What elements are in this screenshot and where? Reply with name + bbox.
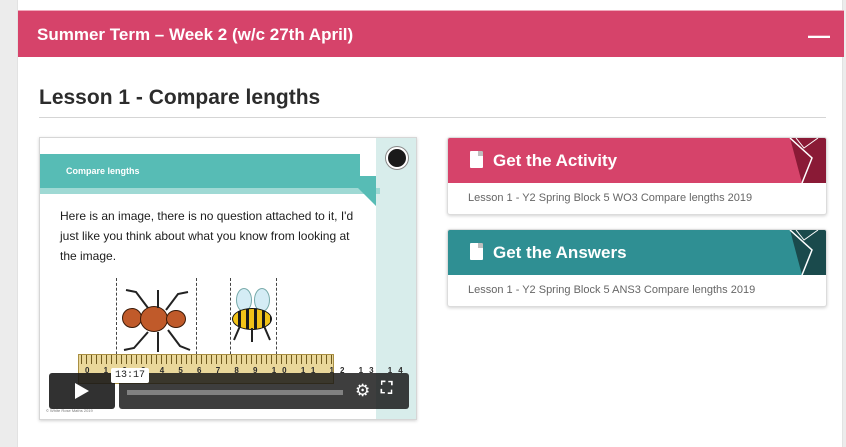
activity-card: Get the Activity Lesson 1 - Y2 Spring Bl…: [447, 137, 827, 215]
activity-filename[interactable]: Lesson 1 - Y2 Spring Block 5 WO3 Compare…: [448, 183, 826, 214]
document-icon: [470, 151, 483, 168]
fullscreen-icon[interactable]: ⛶: [381, 380, 392, 398]
bee-legs: [233, 325, 271, 342]
get-answers-label: Get the Answers: [493, 243, 627, 262]
document-check-icon: [470, 243, 483, 260]
ant-legs: [123, 289, 191, 352]
divider: [39, 117, 826, 118]
content-panel: Summer Term – Week 2 (w/c 27th April) — …: [17, 0, 844, 447]
term-accordion-header[interactable]: Summer Term – Week 2 (w/c 27th April) —: [18, 10, 844, 57]
get-activity-label: Get the Activity: [493, 151, 618, 170]
play-button[interactable]: [49, 373, 115, 409]
timecode: 13:17: [111, 368, 150, 383]
slide-text: Here is an image, there is no question a…: [60, 209, 354, 263]
slide-heading: Compare lengths: [66, 166, 140, 176]
gear-icon[interactable]: ⚙: [355, 381, 370, 401]
progress-bar[interactable]: [127, 390, 343, 395]
control-bar: ⚙ ⛶: [119, 373, 409, 409]
video-player[interactable]: Compare lengths Here is an image, there …: [39, 137, 417, 420]
get-answers-button[interactable]: Get the Answers: [448, 230, 826, 275]
get-activity-button[interactable]: Get the Activity: [448, 138, 826, 183]
answers-filename[interactable]: Lesson 1 - Y2 Spring Block 5 ANS3 Compar…: [448, 275, 826, 306]
geometric-decoration: [789, 230, 826, 275]
lesson-title: Lesson 1 - Compare lengths: [39, 86, 321, 109]
geometric-decoration: [789, 138, 826, 183]
page: Summer Term – Week 2 (w/c 27th April) — …: [0, 0, 846, 447]
slide-corner-shape: [346, 176, 376, 206]
video-controls: ⚙ ⛶ 13:17: [49, 368, 409, 409]
white-rose-logo: [386, 147, 408, 169]
ruler-ticks: [81, 355, 333, 364]
slide-header-underline: [40, 188, 380, 194]
term-title: Summer Term – Week 2 (w/c 27th April): [37, 25, 354, 44]
minus-icon[interactable]: —: [808, 23, 830, 49]
play-icon: [75, 383, 89, 399]
answers-card: Get the Answers Lesson 1 - Y2 Spring Blo…: [447, 229, 827, 307]
